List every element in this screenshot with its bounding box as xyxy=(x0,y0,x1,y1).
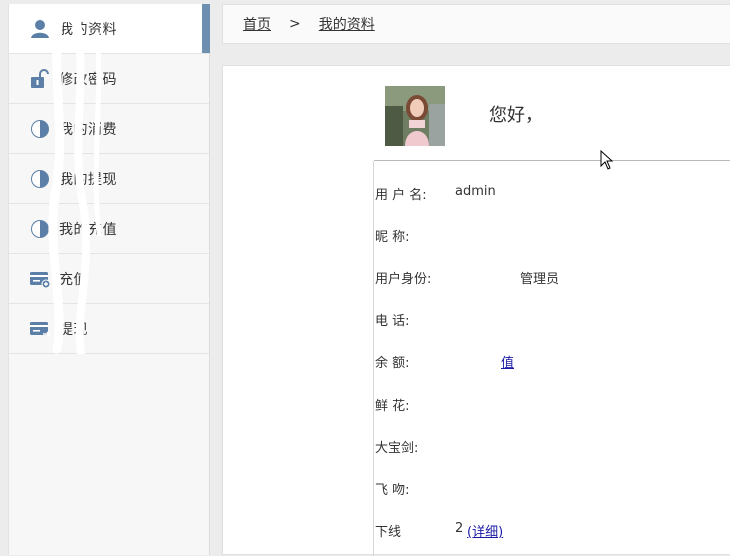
field-value: 2 xyxy=(455,521,464,536)
avatar xyxy=(385,86,445,146)
sidebar-item-label: 提现 xyxy=(59,321,88,338)
sidebar-item-label: 我的消费 xyxy=(59,121,117,138)
recharge-link[interactable]: 值 xyxy=(501,352,514,371)
sidebar-item-label: 修改密码 xyxy=(59,71,117,88)
field-big-sword: 大宝剑: xyxy=(375,437,418,456)
pie-chart-icon xyxy=(31,169,49,188)
field-balance: 余 额: 值 xyxy=(375,352,514,371)
pie-chart-icon xyxy=(31,219,49,238)
field-flowers: 鲜 花: xyxy=(375,395,410,414)
field-flying-kiss: 飞 吻: xyxy=(375,479,410,498)
sidebar-item-withdraw[interactable]: 提现 xyxy=(9,304,209,354)
breadcrumb-home-link[interactable]: 首页 xyxy=(243,14,271,34)
lock-icon xyxy=(31,68,49,88)
mouse-cursor-icon xyxy=(600,150,614,170)
field-label: 用 户 名: xyxy=(375,188,427,203)
field-label: 大宝剑: xyxy=(375,441,419,456)
field-value: admin xyxy=(455,184,496,199)
card-add-icon xyxy=(30,271,51,288)
field-phone: 电 话: xyxy=(375,310,410,329)
sidebar-item-my-consumption[interactable]: 我的消费 xyxy=(9,104,209,154)
field-label: 昵 称: xyxy=(375,230,410,245)
field-nickname: 昵 称: xyxy=(375,226,410,245)
field-downline: 下线 2 (详细) xyxy=(375,521,503,540)
sidebar-item-change-password[interactable]: 修改密码 xyxy=(9,54,209,104)
downline-details-link[interactable]: (详细) xyxy=(467,521,503,540)
user-icon xyxy=(31,19,49,38)
info-box xyxy=(373,161,730,556)
pie-chart-icon xyxy=(31,119,49,138)
sidebar-item-label: 我的资料 xyxy=(59,21,117,38)
field-label: 鲜 花: xyxy=(375,399,410,414)
sidebar-item-my-withdrawals[interactable]: 我的提现 xyxy=(9,154,209,204)
field-label: 用户身份: xyxy=(375,272,432,287)
sidebar-item-label: 我的充值 xyxy=(59,221,117,238)
breadcrumb-separator: > xyxy=(289,16,301,32)
field-label: 下线 xyxy=(375,525,402,540)
sidebar: 我的资料 修改密码 我的消费 我的提现 我的充值 充值 提现 xyxy=(8,4,210,555)
greeting-text: 您好， xyxy=(489,105,543,126)
field-username: 用 户 名: admin xyxy=(375,184,496,203)
sidebar-item-label: 充值 xyxy=(59,271,88,288)
field-label: 余 额: xyxy=(375,356,410,371)
field-value: 管理员 xyxy=(520,272,560,287)
sidebar-item-my-profile[interactable]: 我的资料 xyxy=(9,4,210,54)
profile-panel: 您好， 用 户 名: admin 昵 称: 用户身份: 管理员 电 话: 余 额… xyxy=(222,65,730,556)
breadcrumb-current-link[interactable]: 我的资料 xyxy=(319,14,375,34)
field-label: 飞 吻: xyxy=(375,483,410,498)
sidebar-item-label: 我的提现 xyxy=(59,171,117,188)
field-user-role: 用户身份: 管理员 xyxy=(375,268,559,287)
card-out-icon xyxy=(30,321,51,336)
sidebar-item-recharge[interactable]: 充值 xyxy=(9,254,209,304)
sidebar-item-my-recharges[interactable]: 我的充值 xyxy=(9,204,209,254)
breadcrumb: 首页 > 我的资料 xyxy=(222,4,730,44)
field-label: 电 话: xyxy=(375,314,410,329)
